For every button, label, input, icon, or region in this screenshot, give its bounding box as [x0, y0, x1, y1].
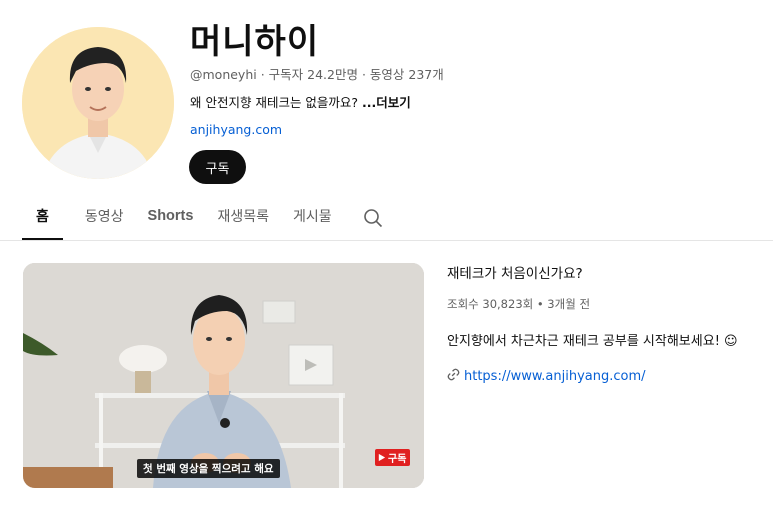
subscribe-button[interactable]: 구독	[189, 150, 246, 184]
tab-playlists[interactable]: 재생목록	[217, 196, 269, 240]
subscribe-badge: 구독	[375, 449, 411, 466]
channel-avatar[interactable]	[22, 27, 174, 179]
tab-videos[interactable]: 동영상	[85, 196, 124, 240]
channel-handle: @moneyhi	[190, 67, 257, 82]
channel-meta: @moneyhi · 구독자 24.2만명 · 동영상 237개	[190, 67, 444, 82]
featured-video-title[interactable]: 재테크가 처음이신가요?	[447, 262, 583, 282]
tab-home[interactable]: 홈	[22, 196, 63, 240]
subscriber-count: 구독자 24.2만명	[268, 67, 358, 82]
tab-posts[interactable]: 게시물	[293, 196, 332, 240]
channel-tabs: 홈 동영상 Shorts 재생목록 게시물	[22, 196, 384, 240]
tab-shorts[interactable]: Shorts	[148, 196, 194, 240]
channel-description[interactable]: 왜 안전지향 재테크는 없을까요? ...더보기	[190, 92, 411, 111]
featured-video-description: 안지향에서 차근차근 재테크 공부를 시작해보세요! ☺	[447, 334, 738, 349]
link-icon	[447, 368, 460, 385]
play-icon	[378, 453, 386, 462]
video-count: 동영상 237개	[369, 67, 444, 82]
featured-video-link[interactable]: https://www.anjihyang.com/	[447, 368, 646, 385]
more-link[interactable]: ...더보기	[362, 95, 411, 110]
featured-video-stats: 조회수 30,823회 • 3개월 전	[447, 297, 591, 311]
tabs-divider	[0, 240, 773, 241]
featured-video-thumbnail[interactable]	[23, 263, 424, 488]
video-caption: 첫 번째 영상을 찍으려고 해요	[137, 459, 280, 478]
channel-link[interactable]: anjihyang.com	[190, 122, 282, 137]
search-icon[interactable]	[362, 207, 384, 229]
channel-name: 머니하이	[190, 22, 320, 62]
